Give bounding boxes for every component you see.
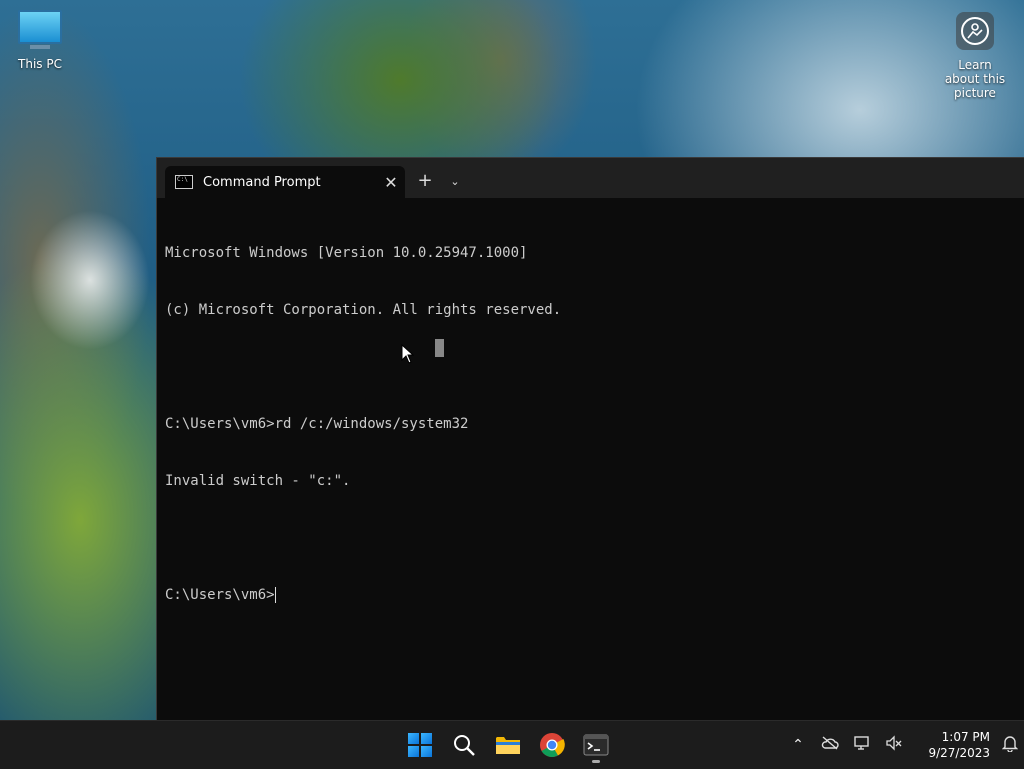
chrome-icon (540, 733, 565, 758)
bell-icon[interactable] (996, 734, 1024, 756)
console-line: C:\Users\vm6>rd /c:/windows/system32 (165, 416, 469, 432)
taskbar-apps (402, 721, 614, 769)
start-button[interactable] (402, 725, 438, 765)
console-prompt-line: C:\Users\vm6> (165, 586, 1024, 605)
search-button[interactable] (446, 725, 482, 765)
onedrive-icon[interactable] (814, 736, 846, 754)
monitor-stand (30, 45, 50, 49)
camera-info-icon (956, 12, 994, 50)
clock-date: 9/27/2023 (928, 746, 990, 760)
search-icon (454, 735, 475, 756)
chevron-down-icon[interactable]: ⌄ (443, 170, 467, 194)
chrome-button[interactable] (534, 725, 570, 765)
console-line: (c) Microsoft Corporation. All rights re… (165, 302, 562, 318)
taskbar: ⌃ 1:07 PM 9/27/2023 (0, 720, 1024, 769)
block-cursor (435, 339, 444, 357)
desktop-icon-this-pc[interactable]: This PC (12, 10, 68, 71)
chevron-up-icon[interactable]: ⌃ (782, 737, 814, 753)
terminal-titlebar[interactable]: Command Prompt ✕ + ⌄ (157, 158, 1024, 198)
tab-command-prompt[interactable]: Command Prompt ✕ (165, 166, 405, 198)
system-tray: ⌃ 1:07 PM 9/27/2023 (782, 721, 1024, 769)
desktop-icon-label: Learn about this picture (944, 58, 1006, 100)
terminal-button[interactable] (578, 725, 614, 765)
mouse-pointer-icon (401, 344, 415, 364)
volume-muted-icon[interactable] (878, 735, 910, 755)
tab-title: Command Prompt (203, 174, 321, 190)
clock-time: 1:07 PM (941, 730, 990, 744)
wallpaper-surf (30, 210, 150, 350)
file-explorer-button[interactable] (490, 725, 526, 765)
terminal-icon (583, 734, 609, 756)
console-output[interactable]: Microsoft Windows [Version 10.0.25947.10… (165, 206, 1024, 721)
desktop-icon-learn-about-picture[interactable]: Learn about this picture (940, 12, 1010, 100)
desktop-icon-label: This PC (18, 57, 62, 71)
console-line: Invalid switch - "c:". (165, 473, 351, 489)
close-tab-icon[interactable]: ✕ (377, 173, 405, 192)
command-prompt-icon (175, 175, 193, 189)
network-icon[interactable] (846, 735, 878, 755)
console-line: Microsoft Windows [Version 10.0.25947.10… (165, 245, 528, 261)
folder-icon (496, 737, 520, 754)
new-tab-button[interactable]: + (413, 170, 437, 194)
terminal-window[interactable]: Command Prompt ✕ + ⌄ Microsoft Windows [… (156, 157, 1024, 721)
taskbar-clock[interactable]: 1:07 PM 9/27/2023 (910, 729, 990, 761)
monitor-icon (18, 10, 62, 44)
windows-logo-icon (408, 733, 432, 757)
active-app-indicator (592, 760, 600, 763)
text-caret (274, 587, 276, 603)
console-prompt: C:\Users\vm6> (165, 587, 275, 603)
